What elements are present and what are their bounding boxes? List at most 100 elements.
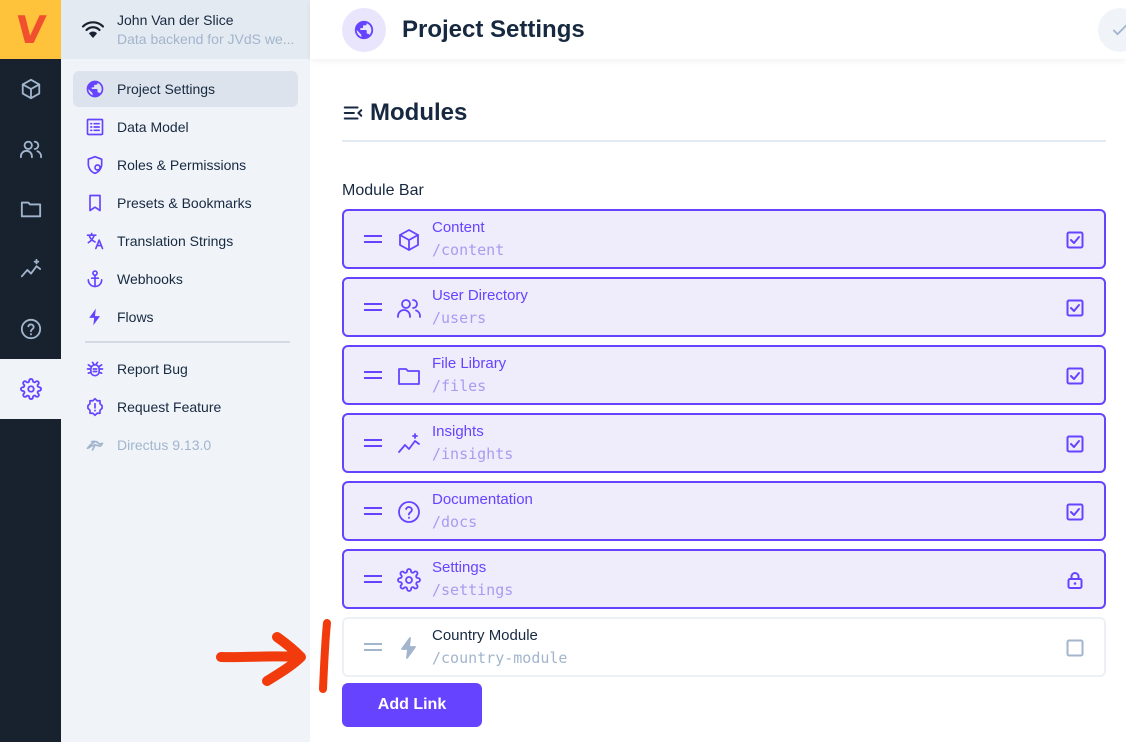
translate-icon [86, 232, 104, 250]
checkbox-checked-icon [1066, 231, 1084, 249]
page-header: Project Settings [310, 0, 1126, 59]
logo-letter: V [13, 7, 48, 52]
users-icon [19, 140, 42, 159]
section-title: Modules [370, 99, 468, 126]
help-icon [20, 318, 41, 340]
module-row[interactable]: File Library/files [342, 345, 1106, 405]
rail-insights-button[interactable] [0, 239, 61, 299]
module-name: Documentation [432, 491, 533, 508]
drag-handle-icon[interactable] [364, 439, 382, 447]
nav-label: Data Model [117, 119, 189, 135]
checkbox-checked-icon [1066, 503, 1084, 521]
module-name: Settings [432, 559, 487, 576]
module-toggle[interactable] [1065, 230, 1085, 250]
checkbox-checked-icon [1066, 367, 1084, 385]
checkbox-empty-icon [1066, 639, 1084, 657]
nav-item-roles-permissions[interactable]: Roles & Permissions [73, 147, 298, 183]
box-icon [399, 229, 419, 251]
nav-label: Flows [117, 309, 154, 325]
save-button[interactable] [1098, 8, 1126, 52]
annotation-arrow [216, 619, 331, 693]
anchor-icon [87, 270, 103, 288]
list-icon [86, 118, 104, 136]
module-path: /settings [432, 581, 514, 599]
module-row[interactable]: Content/content [342, 209, 1106, 269]
modules-section-header: Modules [342, 90, 1106, 142]
insights-icon [398, 433, 420, 453]
page-title: Project Settings [402, 15, 585, 43]
drag-handle-icon[interactable] [364, 643, 382, 651]
nav-label: Webhooks [117, 271, 183, 287]
module-name: User Directory [432, 287, 528, 304]
nav-item-version[interactable]: Directus 9.13.0 [73, 427, 298, 463]
header-icon-badge [342, 7, 386, 52]
bookmark-icon [89, 194, 101, 212]
nav-item-presets-bookmarks[interactable]: Presets & Bookmarks [73, 185, 298, 221]
nav-item-webhooks[interactable]: Webhooks [73, 261, 298, 297]
drag-handle-icon[interactable] [364, 507, 382, 515]
checkbox-checked-icon [1066, 435, 1084, 453]
module-toggle[interactable] [1065, 366, 1085, 386]
app-logo[interactable]: V [0, 0, 61, 59]
version-label: Directus 9.13.0 [117, 437, 212, 453]
drag-handle-icon[interactable] [364, 303, 382, 311]
module-bar-label: Module Bar [342, 182, 424, 199]
nav-label: Report Bug [117, 361, 188, 377]
rail-settings-button[interactable] [0, 359, 61, 419]
bolt-icon [89, 308, 100, 326]
rabbit-icon [86, 440, 104, 451]
project-info[interactable]: John Van der Slice Data backend for JVdS… [61, 0, 310, 59]
module-path: /docs [432, 513, 478, 531]
module-name: Insights [432, 423, 484, 440]
module-name: Content [432, 219, 485, 236]
nav-label: Project Settings [117, 81, 216, 97]
module-row[interactable]: Country Module/country-module [342, 617, 1106, 677]
alert-icon [87, 397, 103, 417]
nav-divider [85, 341, 290, 343]
module-path: /users [432, 309, 487, 327]
module-toggle[interactable] [1065, 638, 1085, 658]
gear-icon [19, 378, 42, 400]
nav-item-translation-strings[interactable]: Translation Strings [73, 223, 298, 259]
module-row[interactable]: User Directory/users [342, 277, 1106, 337]
module-path: /country-module [432, 649, 568, 667]
settings-content: Modules Module Bar Content/content User D… [342, 90, 1106, 727]
module-toggle[interactable] [1065, 434, 1085, 454]
module-toggle[interactable] [1065, 502, 1085, 522]
drag-handle-icon[interactable] [364, 235, 382, 243]
module-toggle[interactable] [1065, 298, 1085, 318]
module-row[interactable]: Settings/settings [342, 549, 1106, 609]
nav-item-flows[interactable]: Flows [73, 299, 298, 335]
nav-item-request-feature[interactable]: Request Feature [73, 389, 298, 425]
module-row[interactable]: Documentation/docs [342, 481, 1106, 541]
drag-handle-icon[interactable] [364, 575, 382, 583]
drag-handle-icon[interactable] [364, 371, 382, 379]
nav-label: Request Feature [117, 399, 222, 415]
box-icon [21, 78, 40, 100]
rail-docs-button[interactable] [0, 299, 61, 359]
project-description: Data backend for JVdS we... [117, 31, 295, 47]
module-row[interactable]: Insights/insights [342, 413, 1106, 473]
nav-label: Roles & Permissions [117, 157, 247, 173]
globe-icon [86, 80, 104, 98]
module-rail: V [0, 0, 61, 742]
folder-icon [20, 201, 41, 218]
lock-icon [1067, 572, 1083, 589]
module-name: File Library [432, 355, 507, 372]
nav-item-project-settings[interactable]: Project Settings [73, 71, 298, 107]
shield-icon [87, 155, 103, 175]
gear-icon [397, 568, 421, 592]
rail-content-button[interactable] [0, 59, 61, 119]
module-toggle[interactable] [1065, 570, 1085, 590]
add-link-button[interactable]: Add Link [342, 683, 482, 727]
rail-files-button[interactable] [0, 179, 61, 239]
nav-item-report-bug[interactable]: Report Bug [73, 351, 298, 387]
users-icon [397, 299, 421, 318]
module-name: Country Module [432, 627, 538, 644]
rail-users-button[interactable] [0, 119, 61, 179]
nav-label: Translation Strings [117, 233, 234, 249]
nav-label: Presets & Bookmarks [117, 195, 252, 211]
nav-item-data-model[interactable]: Data Model [73, 109, 298, 145]
module-path: /insights [432, 445, 514, 463]
bolt-icon [401, 637, 416, 659]
